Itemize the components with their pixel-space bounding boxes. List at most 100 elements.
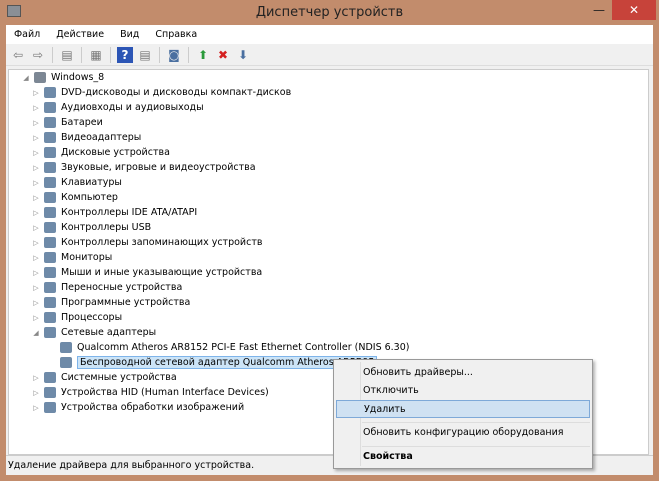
tree-item[interactable]: ▷ Системные устройства — [31, 370, 177, 385]
tree-item[interactable]: ▷ Контроллеры запоминающих устройств — [31, 235, 262, 250]
tree-item[interactable]: ▷ Клавиатуры — [31, 175, 122, 190]
tree-item[interactable]: ◢ Сетевые адаптеры — [31, 325, 156, 340]
device-icon — [44, 252, 56, 263]
expand-arrow-icon[interactable]: ▷ — [31, 179, 41, 187]
device-icon — [44, 402, 56, 413]
expand-arrow-icon[interactable]: ▷ — [31, 239, 41, 247]
tree-item[interactable]: ▷ Видеоадаптеры — [31, 130, 141, 145]
tree-item-label: Qualcomm Atheros AR8152 PCI-E Fast Ether… — [77, 342, 410, 353]
expand-arrow-icon[interactable]: ▷ — [31, 254, 41, 262]
window-title: Диспетчер устройств — [255, 5, 404, 20]
tree-item[interactable]: ▷ Мыши и иные указывающие устройства — [31, 265, 262, 280]
title-bar: Диспетчер устройств — ✕ — [0, 0, 659, 26]
tree-item[interactable]: ▷ Мониторы — [31, 250, 112, 265]
expand-arrow-icon[interactable]: ▷ — [31, 119, 41, 127]
menu-view[interactable]: Вид — [120, 29, 139, 40]
expand-arrow-icon[interactable]: ▷ — [31, 269, 41, 277]
expand-arrow-icon[interactable]: ▷ — [31, 314, 41, 322]
help-icon[interactable]: ? — [117, 46, 133, 63]
expand-arrow-icon[interactable]: ▷ — [31, 134, 41, 142]
minimize-button[interactable]: — — [586, 0, 612, 20]
tree-item[interactable]: ▷ Устройства обработки изображений — [31, 400, 244, 415]
expand-arrow-icon[interactable]: ▷ — [31, 299, 41, 307]
expand-arrow-icon[interactable]: ▷ — [31, 164, 41, 172]
expand-arrow-icon[interactable]: ▷ — [31, 149, 41, 157]
menu-item-update-drivers[interactable]: Обновить драйверы... — [336, 364, 590, 382]
tree-item[interactable]: ▷ Переносные устройства — [31, 280, 182, 295]
expand-arrow-icon[interactable]: ▷ — [31, 104, 41, 112]
tree-item-label: Процессоры — [61, 312, 123, 323]
device-icon — [44, 192, 56, 203]
close-button[interactable]: ✕ — [612, 0, 656, 20]
show-hide-tree-icon[interactable]: ▤ — [59, 47, 75, 63]
device-icon — [44, 312, 56, 323]
tree-child-item[interactable]: Беспроводной сетевой адаптер Qualcomm At… — [47, 355, 378, 370]
update-driver-icon[interactable]: ⬆ — [195, 47, 211, 63]
device-icon — [44, 177, 56, 188]
menu-item-disable[interactable]: Отключить — [336, 382, 590, 400]
tree-item[interactable]: ▷ Звуковые, игровые и видеоустройства — [31, 160, 256, 175]
tree-item[interactable]: ▷ Компьютер — [31, 190, 118, 205]
tree-item-label: Аудиовходы и аудиовыходы — [61, 102, 204, 113]
tree-item-label: Устройства обработки изображений — [61, 402, 245, 413]
tree-item-label: Переносные устройства — [61, 282, 183, 293]
device-icon — [44, 282, 56, 293]
tree-item[interactable]: ▷ Устройства HID (Human Interface Devices… — [31, 385, 269, 400]
tree-item-label: Дисковые устройства — [61, 147, 170, 158]
tree-item[interactable]: ▷ Контроллеры IDE ATA/ATAPI — [31, 205, 197, 220]
tree-child-item[interactable]: Qualcomm Atheros AR8152 PCI-E Fast Ether… — [47, 340, 409, 355]
expand-arrow-icon[interactable]: ▷ — [31, 374, 41, 382]
tree-item[interactable]: ▷ Аудиовходы и аудиовыходы — [31, 100, 204, 115]
expand-arrow-icon[interactable]: ◢ — [31, 329, 41, 337]
tree-item-label: Мониторы — [61, 252, 113, 263]
expand-arrow-icon[interactable]: ▷ — [31, 284, 41, 292]
tree-item-label: Контроллеры IDE ATA/ATAPI — [61, 207, 198, 218]
expand-arrow-icon[interactable]: ▷ — [31, 389, 41, 397]
tree-root[interactable]: ◢ Windows_8 — [21, 70, 104, 85]
menu-bar: Файл Действие Вид Справка — [6, 25, 653, 44]
device-icon — [44, 372, 56, 383]
menu-item-properties[interactable]: Свойства — [336, 448, 590, 466]
device-icon — [44, 117, 56, 128]
tree-item-label: Мыши и иные указывающие устройства — [61, 267, 263, 278]
tree-item[interactable]: ▷ Дисковые устройства — [31, 145, 170, 160]
expand-arrow-icon[interactable]: ▷ — [31, 209, 41, 217]
menu-item-uninstall[interactable]: Удалить — [336, 400, 590, 418]
menu-action[interactable]: Действие — [56, 29, 104, 40]
expand-arrow-icon[interactable]: ▷ — [31, 194, 41, 202]
tree-item[interactable]: ▷ Батареи — [31, 115, 103, 130]
device-icon — [44, 162, 56, 173]
device-icon — [44, 132, 56, 143]
uninstall-icon[interactable]: ✖ — [215, 47, 231, 63]
tree-item-label: Контроллеры USB — [61, 222, 152, 233]
tree-item-label: Программные устройства — [61, 297, 191, 308]
tree-item-label: Видеоадаптеры — [61, 132, 142, 143]
tree-item-label: Звуковые, игровые и видеоустройства — [61, 162, 256, 173]
tree-item[interactable]: ▷ DVD-дисководы и дисководы компакт-диско… — [31, 85, 291, 100]
tree-item[interactable]: ▷ Контроллеры USB — [31, 220, 151, 235]
properties-icon[interactable]: ▦ — [88, 47, 104, 63]
menu-item-scan-hardware[interactable]: Обновить конфигурацию оборудования — [336, 424, 590, 442]
tree-item-label: DVD-дисководы и дисководы компакт-дисков — [61, 87, 292, 98]
tree-item-label: Системные устройства — [61, 372, 177, 383]
device-icon — [44, 267, 56, 278]
scan-hardware-icon[interactable]: ◙ — [166, 47, 182, 63]
menu-file[interactable]: Файл — [14, 29, 40, 40]
tree-item[interactable]: ▷ Процессоры — [31, 310, 122, 325]
forward-icon[interactable]: ⇨ — [30, 47, 46, 63]
tree-item[interactable]: ▷ Программные устройства — [31, 295, 190, 310]
device-icon — [44, 327, 56, 338]
menu-help[interactable]: Справка — [155, 29, 197, 40]
expand-arrow-icon[interactable]: ▷ — [31, 89, 41, 97]
expand-arrow-icon[interactable]: ▷ — [31, 224, 41, 232]
expand-arrow-icon[interactable]: ▷ — [31, 404, 41, 412]
toolbar: ⇦ ⇨ ▤ ▦ ? ▤ ◙ ⬆ ✖ ⬇ — [6, 44, 653, 66]
action-pane-icon[interactable]: ▤ — [137, 47, 153, 63]
tree-root-label: Windows_8 — [51, 72, 105, 83]
device-icon — [60, 357, 72, 368]
device-icon — [44, 207, 56, 218]
back-icon[interactable]: ⇦ — [10, 47, 26, 63]
disable-icon[interactable]: ⬇ — [235, 47, 251, 63]
tree-item-label: Компьютер — [61, 192, 118, 203]
context-menu: Обновить драйверы... Отключить Удалить О… — [333, 359, 593, 469]
